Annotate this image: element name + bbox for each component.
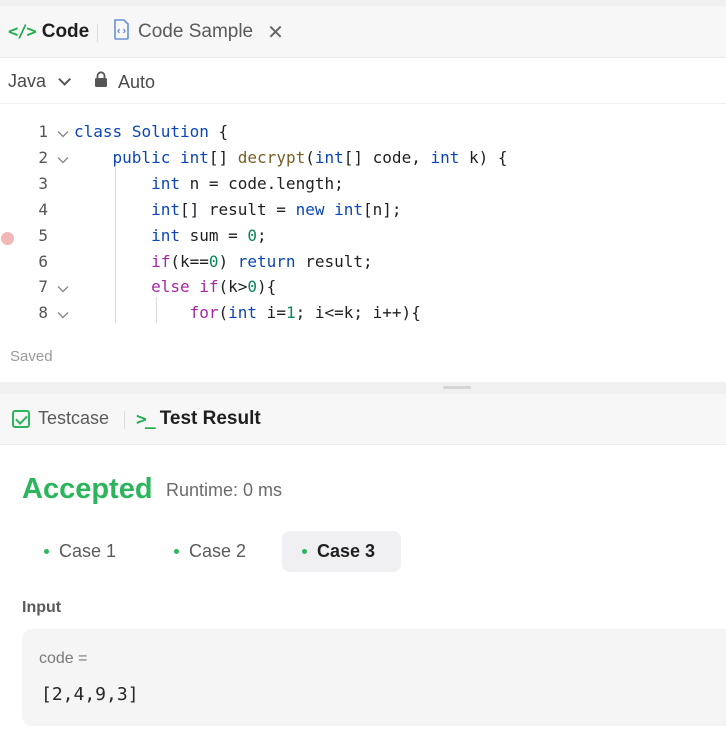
- code-editor-panel: </> Code Code Sample ✕ Java Auto 1 class…: [0, 6, 726, 382]
- language-label: Java: [8, 71, 47, 91]
- line-number: 4: [38, 199, 48, 219]
- code-text: for(int i=1; i<=k; i++){: [189, 303, 421, 323]
- code-line[interactable]: 7 else if(k>0){: [0, 277, 726, 303]
- case-1-button[interactable]: Case 1: [30, 531, 134, 572]
- terminal-icon: >_: [136, 408, 156, 430]
- line-number: 3: [38, 173, 48, 193]
- code-editor[interactable]: 1 class Solution { 2 public int[] decrypt(…: [0, 115, 726, 325]
- input-variable-value: [2,4,9,3]: [41, 684, 139, 705]
- tab-divider: [97, 24, 98, 42]
- editor-toolbar: Java Auto: [0, 58, 726, 104]
- case-label: Case 1: [59, 541, 117, 561]
- code-line[interactable]: 4 int[] result = new int[n];: [0, 200, 726, 226]
- tab-divider: [124, 411, 125, 429]
- drag-handle[interactable]: [443, 386, 471, 389]
- code-line[interactable]: 6 if(k==0) return result;: [0, 252, 726, 278]
- tab-code-sample-label: Code Sample: [138, 21, 254, 42]
- line-number: 6: [38, 251, 48, 271]
- save-status: Saved: [10, 348, 53, 365]
- code-line[interactable]: 3 int n = code.length;: [0, 174, 726, 200]
- code-brackets-icon: </>: [8, 22, 37, 42]
- runtime-text: Runtime: 0 ms: [166, 480, 283, 500]
- checkbox-icon: [12, 409, 30, 428]
- input-variable-name: code =: [39, 650, 88, 667]
- auto-label: Auto: [118, 71, 156, 92]
- code-text: int n = code.length;: [151, 173, 344, 193]
- code-text: if(k==0) return result;: [151, 251, 373, 271]
- line-number: 5: [38, 225, 48, 245]
- pass-dot-icon: [174, 549, 179, 554]
- code-text: public int[] decrypt(int[] code, int k) …: [112, 147, 508, 167]
- line-number: 7: [38, 277, 48, 297]
- pass-dot-icon: [302, 549, 307, 554]
- pass-dot-icon: [44, 549, 49, 554]
- auto-format-toggle[interactable]: Auto: [94, 71, 155, 93]
- case-label: Case 2: [189, 541, 247, 561]
- line-number: 2: [38, 147, 48, 167]
- result-tab-bar: Testcase >_ Test Result: [0, 394, 726, 445]
- verdict-status: Accepted: [22, 473, 153, 505]
- tab-code-label: Code: [41, 21, 90, 42]
- input-value-box: code = [2,4,9,3]: [22, 629, 726, 726]
- fold-chevron-icon[interactable]: [56, 281, 70, 295]
- code-text: else if(k>0){: [151, 277, 277, 297]
- tab-testcase[interactable]: Testcase: [12, 408, 109, 429]
- tab-test-result[interactable]: >_ Test Result: [136, 408, 261, 430]
- language-selector[interactable]: Java: [8, 71, 72, 92]
- code-line[interactable]: 5 int sum = 0;: [0, 226, 726, 252]
- case-3-button[interactable]: Case 3: [282, 531, 401, 572]
- code-line[interactable]: 2 public int[] decrypt(int[] code, int k…: [0, 148, 726, 174]
- code-line[interactable]: 1 class Solution {: [0, 122, 726, 148]
- code-text: int[] result = new int[n];: [151, 199, 402, 219]
- fold-chevron-icon[interactable]: [56, 126, 70, 140]
- fold-chevron-icon[interactable]: [56, 307, 70, 321]
- code-text: class Solution {: [74, 122, 229, 141]
- input-section-label: Input: [22, 599, 62, 616]
- lock-icon: [94, 71, 108, 93]
- code-line[interactable]: 8 for(int i=1; i<=k; i++){: [0, 303, 726, 329]
- line-number: 8: [38, 303, 48, 323]
- case-label: Case 3: [317, 541, 376, 561]
- file-code-icon: [113, 19, 130, 45]
- close-icon[interactable]: ✕: [267, 20, 284, 45]
- test-result-panel: Testcase >_ Test Result Accepted Runtime…: [0, 394, 726, 739]
- fold-chevron-icon[interactable]: [56, 152, 70, 166]
- tab-test-result-label: Test Result: [159, 408, 261, 429]
- tab-testcase-label: Testcase: [38, 408, 110, 428]
- code-text: int sum = 0;: [151, 225, 267, 245]
- tab-code-sample[interactable]: Code Sample ✕: [113, 19, 284, 45]
- chevron-down-icon: [58, 73, 72, 86]
- case-2-button[interactable]: Case 2: [160, 531, 264, 572]
- tab-code[interactable]: </> Code: [8, 20, 89, 44]
- panel-splitter[interactable]: [0, 382, 726, 394]
- editor-tab-bar: </> Code Code Sample ✕: [0, 6, 726, 58]
- line-number: 1: [38, 122, 48, 141]
